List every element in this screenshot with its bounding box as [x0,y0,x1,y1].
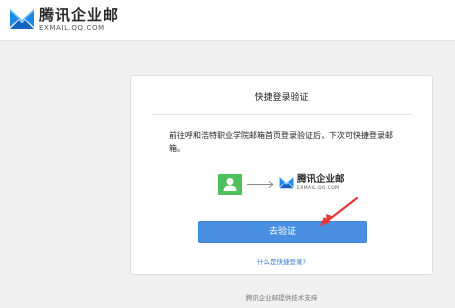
divider [151,114,413,115]
envelope-logo-icon [279,176,294,189]
arrow-right-icon [247,181,274,188]
logo-subtitle: EXMAIL.QQ.COM [39,24,105,32]
top-header: 腾讯企业邮 EXMAIL.QQ.COM [0,0,455,41]
brand-title: 腾讯企业邮 [297,174,345,185]
exmail-brand-logo: 腾讯企业邮 EXMAIL.QQ.COM [279,175,345,192]
what-is-quick-login-link[interactable]: 什么是快捷登录? [131,256,432,266]
envelope-logo-icon [10,9,34,29]
card-title: 快捷登录验证 [254,93,309,103]
brand-subtitle: EXMAIL.QQ.COM [297,186,340,191]
login-flow-illustration: 腾讯企业邮 EXMAIL.QQ.COM [218,174,358,195]
card-description: 前往呼和浩特职业学院邮箱首页登录验证后，下次可快捷登录邮箱。 [169,131,393,153]
user-icon [218,174,242,195]
footer-text: 腾讯企业邮提供技术支持 [245,294,318,302]
quick-login-card: 快捷登录验证 前往呼和浩特职业学院邮箱首页登录验证后，下次可快捷登录邮箱。 腾讯… [130,75,433,275]
logo-title: 腾讯企业邮 [39,6,120,24]
red-annotation-arrow-icon [319,196,359,227]
tencent-exmail-logo[interactable]: 腾讯企业邮 EXMAIL.QQ.COM [9,7,119,35]
